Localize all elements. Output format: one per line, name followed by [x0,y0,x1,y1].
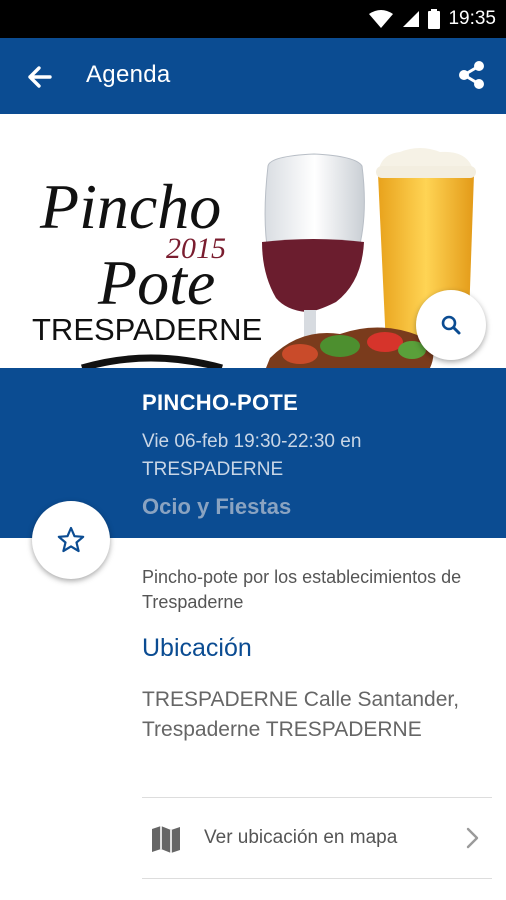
divider [142,878,492,879]
view-map-label: Ver ubicación en mapa [204,827,398,848]
chevron-right-icon [466,827,479,849]
share-icon[interactable] [456,59,488,91]
event-category: Ocio y Fiestas [142,494,292,519]
signal-icon [403,11,420,27]
divider [142,797,492,798]
status-bar: 19:35 [0,0,506,38]
event-date-line2: TRESPADERNE [142,459,284,480]
app-bar: Agenda [0,38,506,114]
poster-line2: Pote [97,247,215,318]
search-icon [441,315,461,335]
page-title: Agenda [86,61,171,88]
star-outline-icon [57,526,85,553]
event-date: Vie 06-feb 19:30-22:30 en TRESPADERNE [142,428,442,484]
wifi-icon [369,10,394,28]
location-section-title: Ubicación [142,634,252,662]
event-description: Pincho-pote por los establecimientos de … [142,567,462,612]
map-icon [152,826,180,853]
event-date-line1: Vie 06-feb 19:30-22:30 en [142,431,362,452]
poster-town: TRESPADERNE [32,312,262,347]
event-title: PINCHO-POTE [142,390,299,415]
status-icons: 19:35 [368,7,496,31]
status-time: 19:35 [448,8,496,29]
back-arrow-icon[interactable] [24,62,54,92]
search-button[interactable] [416,290,486,360]
favorite-button[interactable] [32,501,110,579]
location-address: TRESPADERNE Calle Santander, Trespaderne… [142,688,460,741]
battery-icon [428,9,441,29]
view-map-link[interactable]: Ver ubicación en mapa [142,799,492,877]
